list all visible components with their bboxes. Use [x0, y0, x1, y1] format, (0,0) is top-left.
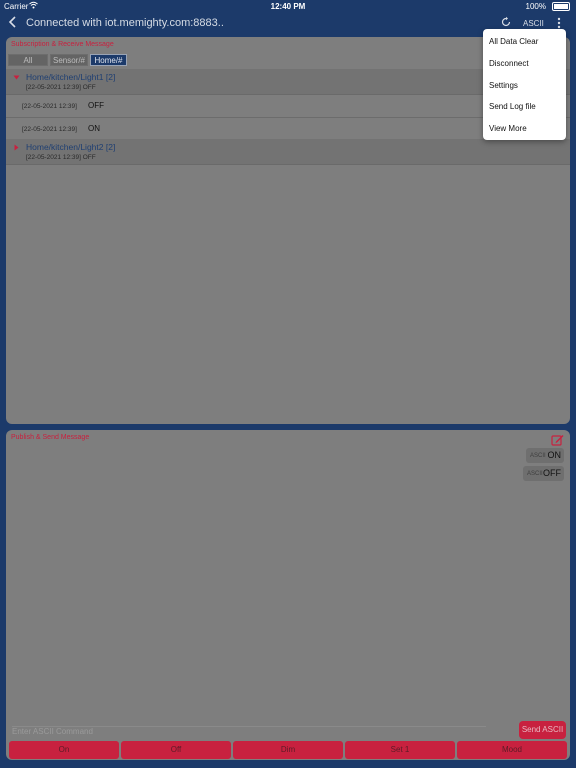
message-value: ON	[88, 124, 100, 133]
sent-message-encoding: ASCII	[530, 453, 546, 459]
quick-button-dim[interactable]: Dim	[233, 741, 343, 759]
more-vertical-icon[interactable]	[556, 16, 562, 30]
publish-panel: Publish & Send Message ASCII ON ASCII OF…	[6, 430, 570, 760]
clock: 12:40 PM	[270, 2, 306, 11]
sent-message-bubble: ASCII OFF	[523, 466, 564, 481]
quick-button-set-1[interactable]: Set 1	[345, 741, 455, 759]
topic-name: Home/kitchen/Light2 [2]	[26, 142, 116, 152]
quick-button-off[interactable]: Off	[121, 741, 231, 759]
refresh-icon[interactable]	[500, 16, 512, 28]
menu-item-all-data-clear[interactable]: All Data Clear	[489, 37, 538, 46]
mode-toggle-ascii[interactable]: ASCII	[523, 19, 544, 28]
menu-item-view-more[interactable]: View More	[489, 124, 527, 133]
status-bar: Carrier 12:40 PM 100%	[0, 0, 576, 12]
edit-icon[interactable]	[551, 434, 564, 446]
send-button[interactable]: Send ASCII	[519, 721, 566, 739]
topic-last-message: [22-05-2021 12:39] OFF	[26, 154, 96, 161]
caret-down-icon	[13, 75, 20, 80]
caret-right-icon	[14, 144, 19, 151]
filter-chip-all[interactable]: All	[8, 54, 48, 66]
quick-button-mood[interactable]: Mood	[457, 741, 567, 759]
sent-message-bubble: ASCII ON	[526, 448, 564, 463]
battery-percent: 100%	[525, 2, 546, 11]
battery-icon	[552, 2, 570, 11]
message-timestamp: [22-05-2021 12:39]	[22, 103, 77, 110]
publish-title: Publish & Send Message	[11, 434, 90, 441]
sent-message-value: ON	[547, 450, 562, 460]
subscription-title: Subscription & Receive Message	[11, 41, 114, 48]
menu-item-disconnect[interactable]: Disconnect	[489, 59, 529, 68]
command-input[interactable]	[12, 724, 486, 738]
sent-message-value: OFF	[543, 468, 561, 478]
menu-item-send-log-file[interactable]: Send Log file	[489, 102, 536, 111]
message-timestamp: [22-05-2021 12:39]	[22, 126, 77, 133]
message-value: OFF	[88, 101, 104, 110]
filter-chip-sensor[interactable]: Sensor/#	[50, 54, 88, 66]
filter-chip-home[interactable]: Home/#	[90, 54, 127, 66]
menu-item-settings[interactable]: Settings	[489, 81, 518, 90]
sent-message-encoding: ASCII	[527, 471, 543, 477]
topic-name: Home/kitchen/Light1 [2]	[26, 72, 116, 82]
topic-group-row[interactable]: Home/kitchen/Light2 [2] [22-05-2021 12:3…	[6, 139, 570, 165]
connection-title: Connected with iot.memighty.com:8883..	[26, 17, 224, 29]
chevron-left-icon[interactable]	[6, 15, 20, 29]
topic-last-message: [22-05-2021 12:39] OFF	[26, 84, 96, 91]
quick-button-on[interactable]: On	[9, 741, 119, 759]
overflow-menu: All Data Clear Disconnect Settings Send …	[483, 29, 566, 140]
